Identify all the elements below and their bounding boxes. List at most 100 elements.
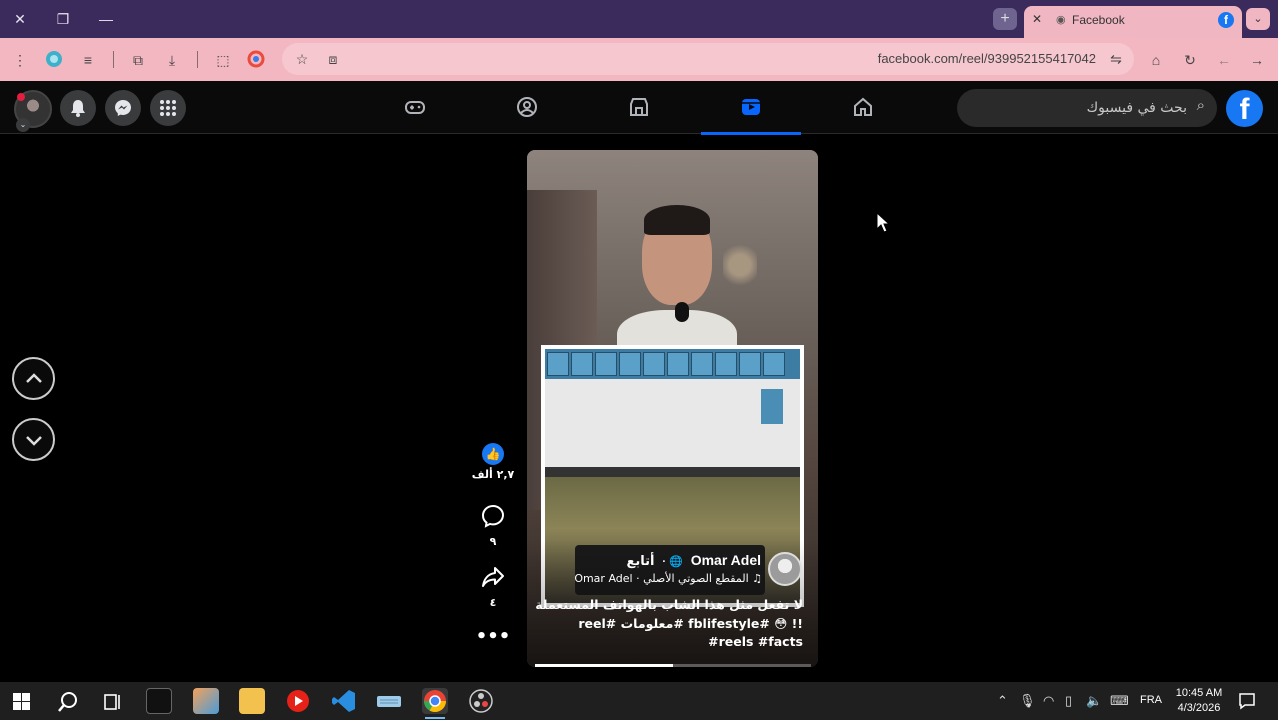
microphone-tray-icon[interactable]: 🎙 (1019, 693, 1036, 709)
tab-reels[interactable] (701, 81, 801, 135)
extensions-puzzle-icon[interactable]: ⬚ (213, 50, 233, 70)
notifications-button[interactable] (60, 90, 96, 126)
share-arrow-icon (482, 567, 504, 587)
url-text[interactable]: facebook.com/reel/939952155417042 (878, 51, 1096, 66)
clock-date: 4/3/2026 (1177, 702, 1221, 714)
new-tab-button[interactable]: + (993, 8, 1017, 30)
chevron-up-icon (26, 373, 42, 383)
video-progress-bar[interactable] (535, 664, 811, 667)
like-count: ٢,٧ ألف (471, 468, 515, 481)
bell-icon (71, 100, 85, 117)
tray-expand-icon[interactable]: ⌃ (997, 693, 1008, 709)
reel-caption: لا تفعل مثل هذا الشاب بالهواتف المستعملة… (535, 597, 803, 649)
taskbar-search-icon[interactable] (57, 691, 79, 713)
more-options-icon[interactable]: ••• (468, 626, 518, 647)
grid-menu-icon (160, 100, 176, 116)
battery-tray-icon[interactable]: ▯ (1065, 693, 1072, 709)
terminal-app-icon[interactable] (146, 688, 172, 714)
menu-kebab-icon[interactable]: ⋮ (10, 50, 30, 70)
windows-start-icon[interactable] (13, 693, 30, 710)
vscode-icon[interactable] (331, 688, 357, 714)
chandelier (723, 245, 757, 295)
profile-avatar[interactable]: ⌄ (14, 90, 52, 132)
download-icon[interactable]: ⤓ (162, 50, 182, 70)
extension-icon[interactable] (44, 50, 64, 70)
share-count: ٤ (489, 596, 497, 609)
previous-reel-button[interactable] (12, 357, 55, 400)
author-avatar[interactable] (768, 552, 802, 586)
tab-home[interactable] (813, 81, 913, 134)
keyboard-tray-icon[interactable]: ⌨ (1110, 693, 1129, 709)
browser-tab-facebook[interactable]: ✕ ◉ Facebook f (1024, 6, 1242, 38)
progress-fill (535, 664, 673, 667)
share-action[interactable]: ٤ (468, 565, 518, 609)
windows-taskbar: ⌃ 🎙 ◠ ▯ 🔈 ⌨ FRA 10:45 AM 4/3/2026 (0, 682, 1278, 720)
author-name[interactable]: Omar Adel (691, 552, 761, 568)
network-tray-icon[interactable]: ◠ (1043, 693, 1054, 709)
facebook-favicon-icon: f (1218, 12, 1234, 28)
browser-toolbar: ⋮ ≡ ⧉ ⤓ ⬚ ☆ ⧈ facebook.com/reel/93995215… (0, 38, 1278, 81)
close-window-icon[interactable]: ✕ (10, 9, 30, 29)
chrome-app-icon[interactable] (422, 688, 448, 719)
like-action[interactable]: 👍 ٢,٧ ألف (468, 443, 518, 481)
microphone (675, 302, 689, 322)
mouse-cursor-icon (876, 212, 890, 233)
chevron-down-icon (26, 436, 42, 446)
music-note-icon: ♫ (748, 572, 762, 585)
tab-list-chevron-icon[interactable]: ⌄ (1246, 8, 1270, 30)
tab-audio-icon: ◉ (1056, 14, 1066, 26)
tab-gaming[interactable] (365, 81, 465, 134)
search-icon: ⌕ (1196, 97, 1205, 114)
paint-app-icon[interactable] (193, 688, 219, 714)
home-icon[interactable]: ⌂ (1146, 50, 1166, 70)
like-thumb-icon: 👍 (482, 443, 504, 465)
home-nav-icon (854, 97, 872, 116)
verified-globe-icon: · 🌐 (662, 556, 683, 568)
bookmark-star-icon[interactable]: ☆ (292, 49, 312, 69)
comment-action[interactable]: ٩ (468, 504, 518, 548)
audio-label: المقطع الصوتي الأصلي · Omar Adel (574, 572, 749, 585)
tab-title: Facebook (1072, 13, 1125, 27)
search-input[interactable] (967, 98, 1187, 118)
reel-video[interactable]: أتابع · 🌐 Omar Adel ♫ المقطع الصوتي الأص… (527, 150, 818, 667)
address-bar[interactable]: ☆ ⧈ facebook.com/reel/939952155417042 ⇋ (282, 43, 1134, 75)
system-clock[interactable]: 10:45 AM 4/3/2026 (1166, 686, 1232, 716)
youtube-app-icon[interactable] (285, 688, 311, 714)
next-reel-button[interactable] (12, 418, 55, 461)
facebook-logo-icon[interactable]: f (1226, 90, 1263, 127)
reload-icon[interactable]: ↻ (1180, 50, 1200, 70)
task-view-icon[interactable] (103, 692, 123, 712)
back-arrow-icon[interactable]: ← (1214, 50, 1234, 70)
reels-nav-icon (742, 99, 760, 115)
follow-button[interactable]: أتابع (627, 554, 655, 569)
volume-tray-icon[interactable]: 🔈 (1086, 693, 1102, 709)
browser-titlebar: ✕ ❐ — + ✕ ◉ Facebook f ⌄ (0, 0, 1278, 38)
color-picker-icon[interactable] (246, 50, 266, 70)
facebook-navbar: f ⌕ ⌄ (0, 81, 1278, 135)
input-language[interactable]: FRA (1140, 694, 1162, 706)
author-line: أتابع · 🌐 Omar Adel (627, 552, 761, 569)
facebook-search[interactable]: ⌕ (957, 89, 1217, 127)
obs-app-icon[interactable] (468, 688, 494, 714)
forward-arrow-icon[interactable]: → (1247, 50, 1267, 70)
site-settings-icon[interactable]: ⇋ (1106, 49, 1126, 69)
translate-icon[interactable]: ⧉ (128, 50, 148, 70)
groups-nav-icon (517, 97, 537, 117)
tab-marketplace[interactable] (589, 81, 689, 134)
restore-window-icon[interactable]: ❐ (53, 9, 73, 29)
comment-bubble-icon (481, 504, 505, 528)
menu-grid-button[interactable] (150, 90, 186, 126)
notification-dot (17, 93, 25, 101)
minimize-window-icon[interactable]: — (96, 9, 116, 29)
close-tab-icon[interactable]: ✕ (1032, 12, 1042, 26)
tab-groups[interactable] (477, 81, 577, 134)
messenger-button[interactable] (105, 90, 141, 126)
notification-center-icon[interactable] (1238, 692, 1256, 710)
keyboard-app-icon[interactable] (376, 688, 402, 714)
chevron-down-icon[interactable]: ⌄ (16, 118, 30, 132)
marketplace-nav-icon (630, 98, 648, 116)
audio-track[interactable]: ♫ المقطع الصوتي الأصلي · Omar Adel (574, 572, 762, 585)
page-action-icon[interactable]: ⧈ (323, 49, 343, 69)
playlist-icon[interactable]: ≡ (78, 50, 98, 70)
file-explorer-icon[interactable] (239, 688, 265, 714)
